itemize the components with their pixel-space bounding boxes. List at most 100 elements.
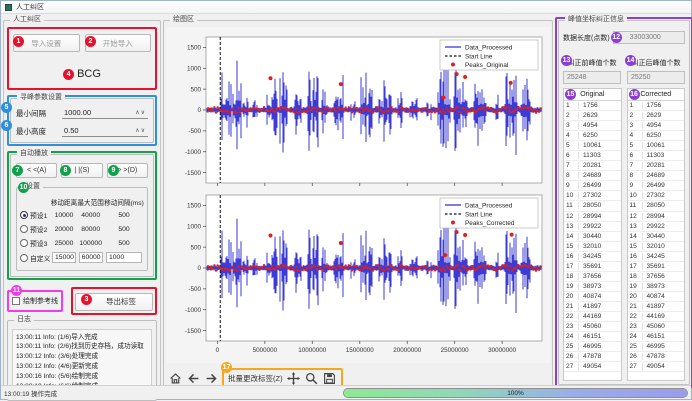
table-row[interactable]: 46250 bbox=[564, 131, 621, 141]
table-row[interactable]: 2345060 bbox=[564, 322, 621, 332]
table-row[interactable]: 34954 bbox=[628, 121, 685, 131]
table-row[interactable]: 1128050 bbox=[628, 201, 685, 211]
save-icon[interactable] bbox=[322, 371, 337, 386]
table-row[interactable]: 824689 bbox=[564, 171, 621, 181]
table-row[interactable]: 1430440 bbox=[628, 232, 685, 242]
pan-icon[interactable] bbox=[286, 371, 301, 386]
table-row[interactable]: 1532010 bbox=[628, 242, 685, 252]
table-row[interactable]: 1329922 bbox=[628, 222, 685, 232]
preset-radio[interactable] bbox=[20, 239, 28, 247]
table-row[interactable]: 2345060 bbox=[628, 322, 685, 332]
table-row[interactable]: 611303 bbox=[564, 151, 621, 161]
table-row[interactable]: 2141897 bbox=[564, 302, 621, 312]
forward-icon[interactable] bbox=[204, 371, 219, 386]
table-row[interactable]: 2446151 bbox=[564, 332, 621, 342]
row-number: 15 bbox=[628, 243, 643, 250]
before-count-field[interactable]: 25248 bbox=[563, 71, 621, 84]
table-row[interactable]: 2647878 bbox=[628, 352, 685, 362]
table-row[interactable]: 1532010 bbox=[564, 242, 621, 252]
original-table-body[interactable]: 1175622629349544625051006161130372028182… bbox=[564, 101, 621, 372]
preset-interval[interactable]: 1000 bbox=[104, 250, 144, 265]
table-row[interactable]: 824689 bbox=[628, 171, 685, 181]
table-row[interactable]: 46250 bbox=[628, 131, 685, 141]
back-icon[interactable] bbox=[186, 371, 201, 386]
table-row[interactable]: 720281 bbox=[564, 161, 621, 171]
min-height-spinbox[interactable]: 0.50 bbox=[62, 125, 148, 137]
svg-text:-1500: -1500 bbox=[185, 170, 202, 177]
table-row[interactable]: 1228994 bbox=[564, 212, 621, 222]
table-row[interactable]: 2749054 bbox=[564, 362, 621, 372]
corrected-table-body[interactable]: 1175622629349544625051006161130372028182… bbox=[628, 101, 685, 372]
table-row[interactable]: 720281 bbox=[628, 161, 685, 171]
peak-value: 34245 bbox=[579, 253, 621, 260]
preset-radio[interactable] bbox=[20, 211, 28, 219]
table-row[interactable]: 926499 bbox=[628, 181, 685, 191]
table-row[interactable]: 2244169 bbox=[564, 312, 621, 322]
table-row[interactable]: 1735691 bbox=[564, 262, 621, 272]
signal-charts[interactable]: -1500-1000-500050010001500Data_Processed… bbox=[166, 27, 550, 363]
table-row[interactable]: 510061 bbox=[564, 141, 621, 151]
draw-reference-checkbox[interactable] bbox=[12, 297, 20, 305]
original-peaks-table[interactable]: 15 Original 1175622629349544625051006161… bbox=[563, 88, 622, 381]
peak-value: 37656 bbox=[643, 273, 685, 280]
table-row[interactable]: 1027302 bbox=[628, 191, 685, 201]
row-number: 12 bbox=[628, 213, 643, 220]
peak-value: 30440 bbox=[579, 233, 621, 240]
table-row[interactable]: 2647878 bbox=[564, 352, 621, 362]
zoom-icon[interactable] bbox=[304, 371, 319, 386]
preset-range[interactable]: 60000 bbox=[77, 250, 104, 265]
table-row[interactable]: 1634245 bbox=[564, 252, 621, 262]
preset-custom-input[interactable]: 15000 bbox=[52, 252, 76, 263]
preset-radio[interactable] bbox=[20, 254, 28, 262]
table-row[interactable]: 1430440 bbox=[564, 232, 621, 242]
table-row[interactable]: 1329922 bbox=[564, 222, 621, 232]
row-number: 11 bbox=[564, 202, 579, 209]
table-row[interactable]: 926499 bbox=[564, 181, 621, 191]
table-row[interactable]: 1228994 bbox=[628, 212, 685, 222]
table-row[interactable]: 22629 bbox=[564, 111, 621, 121]
preset-move[interactable]: 15000 bbox=[51, 250, 78, 265]
row-number: 16 bbox=[564, 253, 579, 260]
spinner-arrows-icon[interactable] bbox=[135, 127, 146, 134]
min-interval-spinbox[interactable]: 1000.00 bbox=[62, 107, 148, 119]
table-row[interactable]: 2546995 bbox=[564, 342, 621, 352]
corrected-peaks-table[interactable]: 16 Corrected 117562262934954462505100616… bbox=[627, 88, 686, 381]
table-row[interactable]: 1938973 bbox=[564, 282, 621, 292]
table-row[interactable]: 22629 bbox=[628, 111, 685, 121]
table-row[interactable]: 1128050 bbox=[564, 201, 621, 211]
row-number: 19 bbox=[564, 283, 579, 290]
home-icon[interactable] bbox=[168, 371, 183, 386]
table-row[interactable]: 1027302 bbox=[564, 191, 621, 201]
table-row[interactable]: 510061 bbox=[628, 141, 685, 151]
table-row[interactable]: 2040874 bbox=[564, 292, 621, 302]
row-number: 20 bbox=[564, 293, 579, 300]
table-row[interactable]: 2749054 bbox=[628, 362, 685, 372]
table-row[interactable]: 1837656 bbox=[564, 272, 621, 282]
data-length-field[interactable]: 12 33003000 bbox=[613, 31, 685, 44]
preset-custom-input[interactable]: 60000 bbox=[79, 252, 103, 263]
table-row[interactable]: 2244169 bbox=[628, 312, 685, 322]
table-row[interactable]: 1634245 bbox=[628, 252, 685, 262]
svg-text:-500: -500 bbox=[188, 128, 201, 135]
table-row[interactable]: 11756 bbox=[628, 101, 685, 111]
row-number: 19 bbox=[628, 283, 643, 290]
table-row[interactable]: 34954 bbox=[564, 121, 621, 131]
preset-radio[interactable] bbox=[20, 225, 28, 233]
peak-value: 20281 bbox=[643, 162, 685, 169]
row-number: 23 bbox=[564, 323, 579, 330]
spinner-arrows-icon[interactable] bbox=[135, 109, 146, 116]
svg-text:10000000: 10000000 bbox=[298, 347, 327, 354]
table-row[interactable]: 1837656 bbox=[628, 272, 685, 282]
table-row[interactable]: 2446151 bbox=[628, 332, 685, 342]
table-row[interactable]: 1735691 bbox=[628, 262, 685, 272]
preset-custom-input[interactable]: 1000 bbox=[106, 252, 142, 263]
table-row[interactable]: 2546995 bbox=[628, 342, 685, 352]
after-count-field[interactable]: 25250 bbox=[627, 71, 685, 84]
table-row[interactable]: 611303 bbox=[628, 151, 685, 161]
batch-edit-labels-button[interactable]: 批量更改标签(Z) bbox=[228, 373, 283, 384]
table-row[interactable]: 2141897 bbox=[628, 302, 685, 312]
table-row[interactable]: 2040874 bbox=[628, 292, 685, 302]
peak-value: 4954 bbox=[579, 122, 621, 129]
table-row[interactable]: 1938973 bbox=[628, 282, 685, 292]
table-row[interactable]: 11756 bbox=[564, 101, 621, 111]
